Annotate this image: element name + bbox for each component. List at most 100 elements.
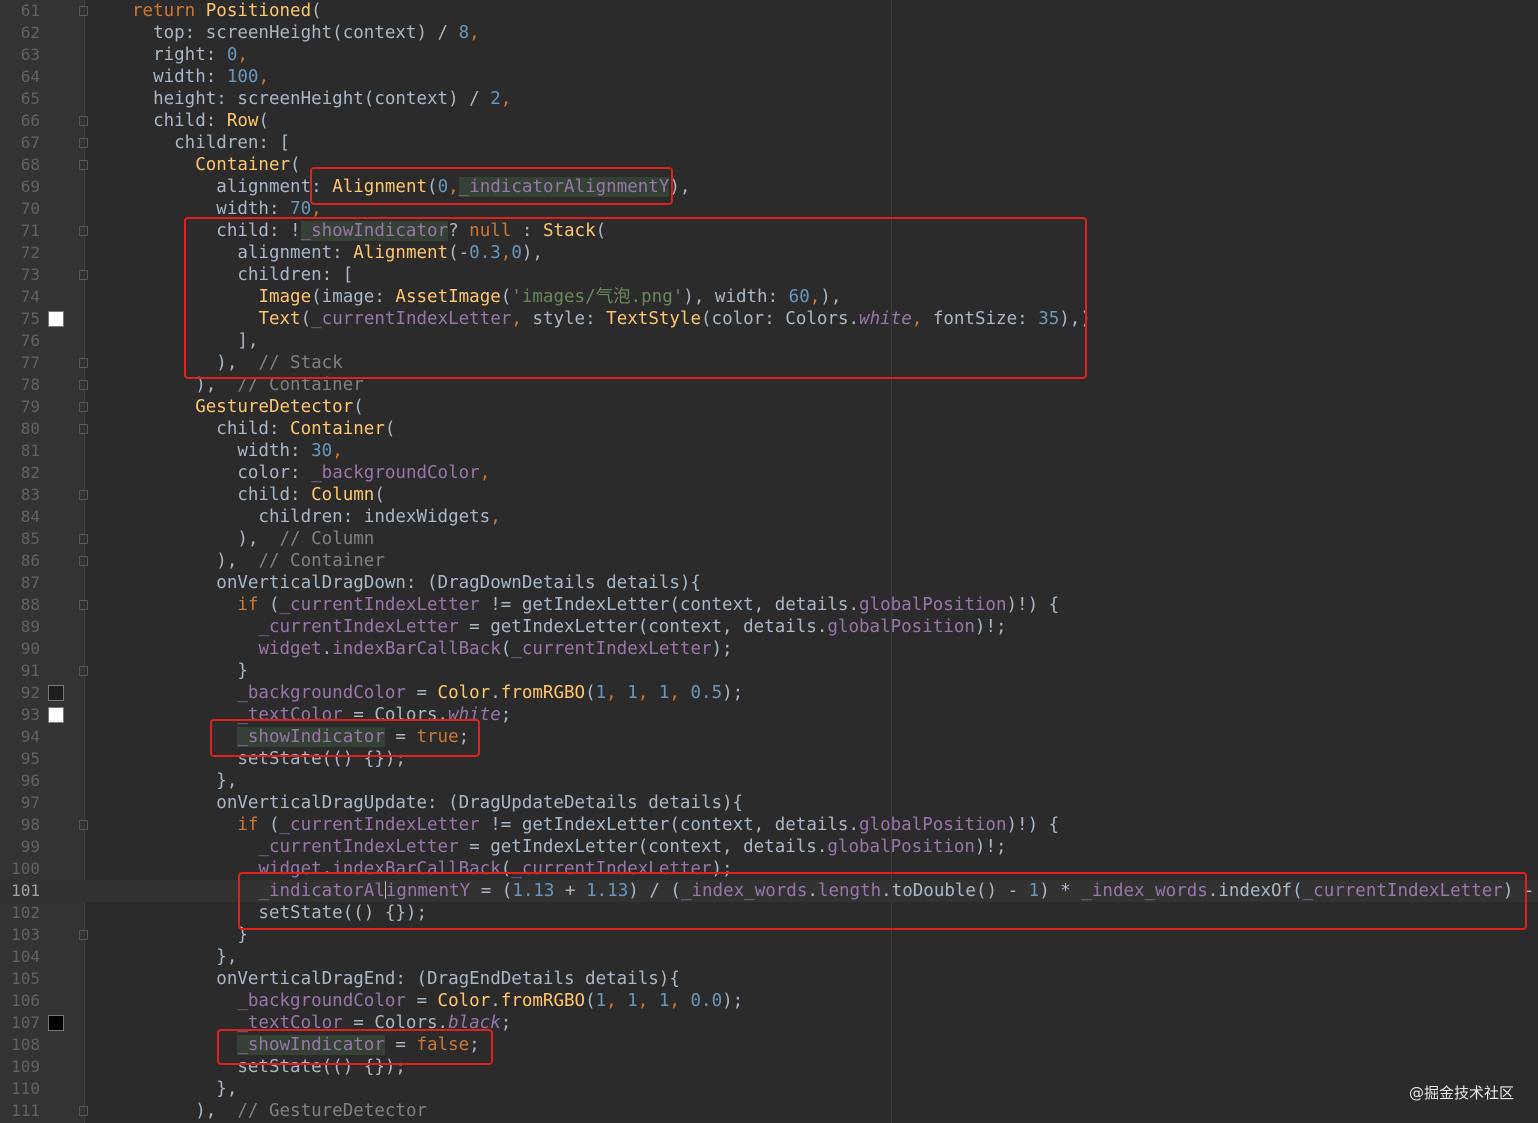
line-number[interactable]: 72 (0, 242, 40, 264)
code-line[interactable]: 64 width: 100, (0, 66, 1538, 88)
code-text[interactable]: } (132, 924, 248, 946)
code-line[interactable]: 80 child: Container( (0, 418, 1538, 440)
line-number[interactable]: 79 (0, 396, 40, 418)
line-number[interactable]: 90 (0, 638, 40, 660)
code-text[interactable]: }, (132, 1078, 237, 1100)
line-number[interactable]: 61 (0, 0, 40, 22)
line-number[interactable]: 81 (0, 440, 40, 462)
fold-marker-icon[interactable] (79, 600, 88, 610)
line-number[interactable]: 63 (0, 44, 40, 66)
code-text[interactable]: return Positioned( (132, 0, 322, 22)
line-number[interactable]: 73 (0, 264, 40, 286)
fold-marker-icon[interactable] (79, 556, 88, 566)
code-line[interactable]: 83 child: Column( (0, 484, 1538, 506)
code-line[interactable]: 86 ), // Container (0, 550, 1538, 572)
line-number[interactable]: 100 (0, 858, 40, 880)
color-swatch-icon[interactable] (48, 311, 64, 327)
code-line[interactable]: 98 if (_currentIndexLetter != getIndexLe… (0, 814, 1538, 836)
line-number[interactable]: 98 (0, 814, 40, 836)
line-number[interactable]: 70 (0, 198, 40, 220)
code-text[interactable]: child: Column( (132, 484, 385, 506)
code-text[interactable]: ), // Container (132, 550, 385, 572)
line-number[interactable]: 102 (0, 902, 40, 924)
code-text[interactable]: }, (132, 770, 237, 792)
line-number[interactable]: 110 (0, 1078, 40, 1100)
fold-marker-icon[interactable] (79, 666, 88, 676)
fold-marker-icon[interactable] (79, 1106, 88, 1116)
fold-marker-icon[interactable] (79, 138, 88, 148)
code-text[interactable]: onVerticalDragUpdate: (DragUpdateDetails… (132, 792, 743, 814)
code-text[interactable]: if (_currentIndexLetter != getIndexLette… (132, 814, 1059, 836)
code-line[interactable]: 84 children: indexWidgets, (0, 506, 1538, 528)
code-line[interactable]: 63 right: 0, (0, 44, 1538, 66)
fold-marker-icon[interactable] (79, 160, 88, 170)
line-number[interactable]: 64 (0, 66, 40, 88)
line-number[interactable]: 74 (0, 286, 40, 308)
line-number[interactable]: 62 (0, 22, 40, 44)
fold-marker-icon[interactable] (79, 226, 88, 236)
line-number[interactable]: 91 (0, 660, 40, 682)
code-line[interactable]: 65 height: screenHeight(context) / 2, (0, 88, 1538, 110)
code-text[interactable]: color: _backgroundColor, (132, 462, 490, 484)
line-number[interactable]: 88 (0, 594, 40, 616)
code-text[interactable]: child: Container( (132, 418, 395, 440)
code-line[interactable]: 104 }, (0, 946, 1538, 968)
line-number[interactable]: 68 (0, 154, 40, 176)
code-text[interactable]: right: 0, (132, 44, 248, 66)
code-line[interactable]: 69 alignment: Alignment(0,_indicatorAlig… (0, 176, 1538, 198)
color-swatch-icon[interactable] (48, 707, 64, 723)
code-text[interactable]: GestureDetector( (132, 396, 364, 418)
fold-marker-icon[interactable] (79, 270, 88, 280)
code-text[interactable]: widget.indexBarCallBack(_currentIndexLet… (132, 638, 732, 660)
line-number[interactable]: 109 (0, 1056, 40, 1078)
fold-marker-icon[interactable] (79, 490, 88, 500)
code-text[interactable]: onVerticalDragDown: (DragDownDetails det… (132, 572, 701, 594)
line-number[interactable]: 78 (0, 374, 40, 396)
fold-marker-icon[interactable] (79, 424, 88, 434)
code-editor[interactable]: 61 return Positioned( 62 top: screenHeight… (0, 0, 1538, 1123)
line-number[interactable]: 85 (0, 528, 40, 550)
code-text[interactable]: child: Row( (132, 110, 269, 132)
fold-marker-icon[interactable] (79, 380, 88, 390)
code-line[interactable]: 111 ), // GestureDetector (0, 1100, 1538, 1122)
code-text[interactable]: top: screenHeight(context) / 8, (132, 22, 480, 44)
code-text[interactable]: children: indexWidgets, (132, 506, 500, 528)
line-number[interactable]: 99 (0, 836, 40, 858)
code-text[interactable]: width: 100, (132, 66, 269, 88)
code-line[interactable]: 79 GestureDetector( (0, 396, 1538, 418)
code-line[interactable]: 99 _currentIndexLetter = getIndexLetter(… (0, 836, 1538, 858)
line-number[interactable]: 103 (0, 924, 40, 946)
line-number[interactable]: 111 (0, 1100, 40, 1122)
line-number[interactable]: 80 (0, 418, 40, 440)
line-number[interactable]: 101 (0, 880, 40, 902)
code-line[interactable]: 92 _backgroundColor = Color.fromRGBO(1, … (0, 682, 1538, 704)
line-number[interactable]: 86 (0, 550, 40, 572)
code-line[interactable]: 87 onVerticalDragDown: (DragDownDetails … (0, 572, 1538, 594)
fold-marker-icon[interactable] (79, 116, 88, 126)
code-line[interactable]: 66 child: Row( (0, 110, 1538, 132)
fold-marker-icon[interactable] (79, 6, 88, 16)
line-number[interactable]: 106 (0, 990, 40, 1012)
code-text[interactable]: _currentIndexLetter = getIndexLetter(con… (132, 836, 1006, 858)
code-text[interactable]: Container( (132, 154, 300, 176)
line-number[interactable]: 95 (0, 748, 40, 770)
code-line[interactable]: 106 _backgroundColor = Color.fromRGBO(1,… (0, 990, 1538, 1012)
code-line[interactable]: 110 }, (0, 1078, 1538, 1100)
code-line[interactable]: 105 onVerticalDragEnd: (DragEndDetails d… (0, 968, 1538, 990)
fold-marker-icon[interactable] (79, 820, 88, 830)
line-number[interactable]: 84 (0, 506, 40, 528)
code-text[interactable]: if (_currentIndexLetter != getIndexLette… (132, 594, 1059, 616)
line-number[interactable]: 94 (0, 726, 40, 748)
color-swatch-icon[interactable] (48, 685, 64, 701)
code-line[interactable]: 82 color: _backgroundColor, (0, 462, 1538, 484)
code-line[interactable]: 85 ), // Column (0, 528, 1538, 550)
line-number[interactable]: 107 (0, 1012, 40, 1034)
code-line[interactable]: 68 Container( (0, 154, 1538, 176)
fold-marker-icon[interactable] (79, 534, 88, 544)
line-number[interactable]: 87 (0, 572, 40, 594)
code-text[interactable]: _backgroundColor = Color.fromRGBO(1, 1, … (132, 990, 743, 1012)
line-number[interactable]: 69 (0, 176, 40, 198)
code-line[interactable]: 88 if (_currentIndexLetter != getIndexLe… (0, 594, 1538, 616)
color-swatch-icon[interactable] (48, 1015, 64, 1031)
line-number[interactable]: 97 (0, 792, 40, 814)
